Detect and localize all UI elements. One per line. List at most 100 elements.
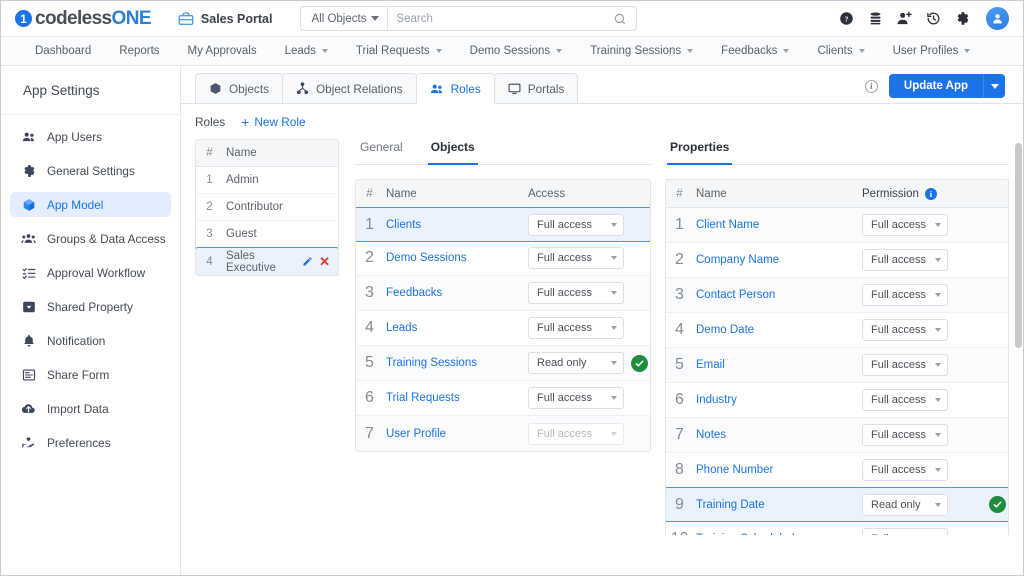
nav-item-demo-sessions[interactable]: Demo Sessions: [456, 37, 577, 65]
sidebar-item-app-model[interactable]: App Model: [10, 192, 171, 217]
permission-select[interactable]: Full access: [862, 249, 948, 271]
table-row[interactable]: 5 Training Sessions Read only: [356, 346, 650, 381]
table-row[interactable]: 4 Leads Full access: [356, 311, 650, 346]
access-select[interactable]: Full access: [528, 247, 624, 269]
object-name-link[interactable]: Training Sessions: [383, 357, 528, 369]
sidebar-item-preferences[interactable]: Preferences: [10, 430, 171, 455]
sidebar-item-groups-data-access[interactable]: Groups & Data Access: [10, 226, 171, 251]
property-name-link[interactable]: Notes: [693, 429, 862, 441]
pencil-icon[interactable]: [302, 256, 313, 267]
table-row[interactable]: 10 Training Scheduled Full access: [666, 521, 1008, 535]
table-row[interactable]: 1 Client Name Full access: [666, 208, 1008, 243]
search-icon[interactable]: [609, 12, 636, 26]
update-app-button[interactable]: Update App: [888, 74, 983, 98]
properties-scrollbar-thumb[interactable]: [1015, 143, 1022, 348]
table-row[interactable]: 3 Feedbacks Full access: [356, 276, 650, 311]
table-row[interactable]: 4 Demo Date Full access: [666, 313, 1008, 348]
table-row[interactable]: 3 Guest: [196, 221, 338, 248]
search-bar[interactable]: All Objects: [300, 6, 638, 31]
nav-item-my-approvals[interactable]: My Approvals: [174, 37, 271, 65]
sidebar-item-notification[interactable]: Notification: [10, 328, 171, 353]
table-row[interactable]: 2 Contributor: [196, 194, 338, 221]
help-icon[interactable]: ?: [839, 11, 854, 26]
update-app-dropdown-toggle[interactable]: [983, 74, 1005, 98]
history-icon[interactable]: [926, 11, 941, 26]
nav-item-trial-requests[interactable]: Trial Requests: [342, 37, 456, 65]
sidebar-item-import-data[interactable]: Import Data: [10, 396, 171, 421]
table-row[interactable]: 6 Industry Full access: [666, 383, 1008, 418]
tab-roles[interactable]: Roles: [415, 73, 495, 104]
gear-icon[interactable]: [955, 11, 970, 26]
table-row-selected[interactable]: 9 Training Date Read only: [666, 487, 1008, 522]
info-icon[interactable]: i: [864, 79, 878, 93]
info-icon[interactable]: i: [924, 187, 937, 200]
new-role-button[interactable]: + New Role: [241, 115, 305, 129]
table-row[interactable]: 7 User Profile Full access: [356, 416, 650, 451]
subtab-objects[interactable]: Objects: [427, 139, 478, 165]
add-user-icon[interactable]: [897, 11, 912, 26]
property-name-link[interactable]: Email: [693, 359, 862, 371]
access-select[interactable]: Full access: [528, 317, 624, 339]
object-name-link[interactable]: Leads: [383, 322, 528, 334]
property-name-link[interactable]: Contact Person: [693, 289, 862, 301]
sidebar-item-shared-property[interactable]: Shared Property: [10, 294, 171, 319]
table-row[interactable]: 3 Contact Person Full access: [666, 278, 1008, 313]
property-name-link[interactable]: Industry: [693, 394, 862, 406]
permission-select[interactable]: Full access: [862, 424, 948, 446]
permission-select[interactable]: Read only: [862, 493, 948, 516]
app-logo[interactable]: 1 codelessONE: [15, 8, 152, 30]
permission-select[interactable]: Full access: [862, 284, 948, 306]
nav-item-dashboard[interactable]: Dashboard: [21, 37, 105, 65]
property-name-link[interactable]: Demo Date: [693, 324, 862, 336]
table-row[interactable]: 2 Company Name Full access: [666, 243, 1008, 278]
table-row[interactable]: 8 Phone Number Full access: [666, 453, 1008, 488]
close-icon[interactable]: ✕: [319, 255, 330, 268]
permission-select[interactable]: Full access: [862, 389, 948, 411]
portal-selector[interactable]: Sales Portal: [178, 11, 272, 27]
search-scope-dropdown[interactable]: All Objects: [301, 7, 389, 30]
properties-scrollbar[interactable]: [1015, 143, 1022, 506]
tab-object-relations[interactable]: Object Relations: [282, 73, 417, 103]
nav-item-leads[interactable]: Leads: [271, 37, 342, 65]
object-name-link[interactable]: Trial Requests: [383, 392, 528, 404]
nav-item-user-profiles[interactable]: User Profiles: [879, 37, 985, 65]
object-name-link[interactable]: User Profile: [383, 428, 528, 440]
sidebar-item-approval-workflow[interactable]: Approval Workflow: [10, 260, 171, 285]
table-row-selected[interactable]: 1 Clients Full access: [356, 207, 650, 242]
property-name-link[interactable]: Company Name: [693, 254, 862, 266]
table-row[interactable]: 2 Demo Sessions Full access: [356, 241, 650, 276]
subtab-properties[interactable]: Properties: [667, 139, 733, 165]
avatar[interactable]: [986, 7, 1009, 30]
subtab-general[interactable]: General: [357, 139, 406, 165]
object-name-link[interactable]: Demo Sessions: [383, 252, 528, 264]
search-input[interactable]: [388, 7, 610, 30]
access-select[interactable]: Read only: [528, 352, 624, 374]
object-name-link[interactable]: Clients: [383, 219, 528, 231]
object-name-link[interactable]: Feedbacks: [383, 287, 528, 299]
permission-select[interactable]: Full access: [862, 527, 948, 535]
table-row[interactable]: 1 Admin: [196, 167, 338, 194]
nav-item-training-sessions[interactable]: Training Sessions: [576, 37, 707, 65]
permission-select[interactable]: Full access: [862, 354, 948, 376]
table-row-selected[interactable]: 4 Sales Executive ✕: [196, 247, 338, 275]
table-row[interactable]: 5 Email Full access: [666, 348, 1008, 383]
permission-select[interactable]: Full access: [862, 214, 948, 236]
property-name-link[interactable]: Phone Number: [693, 464, 862, 476]
access-select[interactable]: Full access: [528, 387, 624, 409]
sidebar-item-general-settings[interactable]: General Settings: [10, 158, 171, 183]
property-name-link[interactable]: Client Name: [693, 219, 862, 231]
permission-select[interactable]: Full access: [862, 459, 948, 481]
sidebar-item-app-users[interactable]: App Users: [10, 124, 171, 149]
permission-select[interactable]: Full access: [862, 319, 948, 341]
tab-objects[interactable]: Objects: [195, 73, 283, 103]
nav-item-feedbacks[interactable]: Feedbacks: [707, 37, 803, 65]
access-select[interactable]: Full access: [528, 213, 624, 236]
database-icon[interactable]: [868, 11, 883, 26]
tab-portals[interactable]: Portals: [493, 73, 579, 103]
property-name-link[interactable]: Training Scheduled: [693, 533, 862, 536]
sidebar-item-share-form[interactable]: Share Form: [10, 362, 171, 387]
nav-item-reports[interactable]: Reports: [105, 37, 173, 65]
access-select[interactable]: Full access: [528, 282, 624, 304]
table-row[interactable]: 6 Trial Requests Full access: [356, 381, 650, 416]
table-row[interactable]: 7 Notes Full access: [666, 418, 1008, 453]
